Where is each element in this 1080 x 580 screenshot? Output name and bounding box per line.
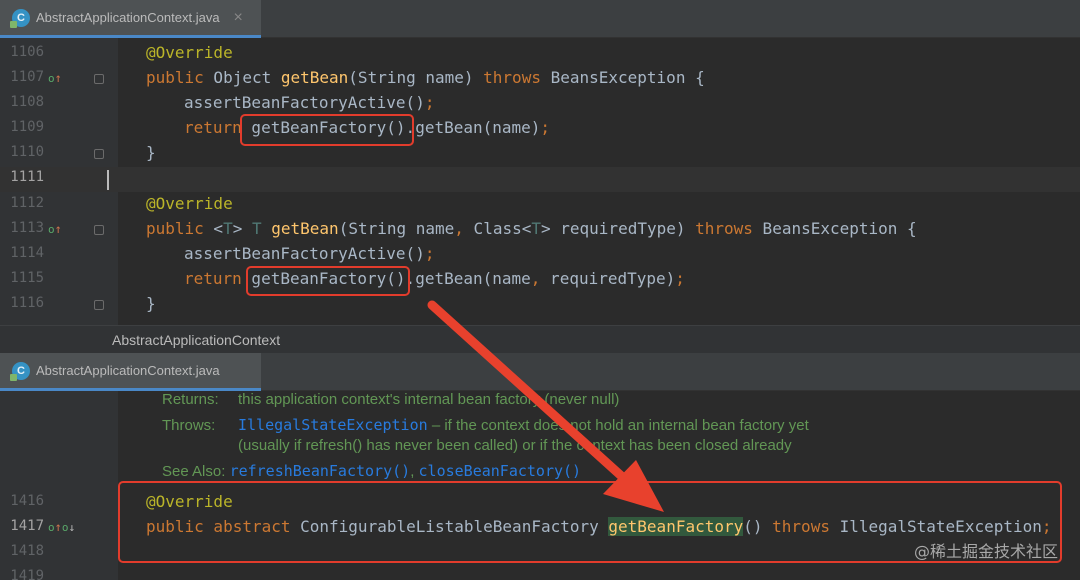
line-number: 1110 <box>10 144 44 160</box>
line-number: 1416 <box>10 493 44 509</box>
highlight-box-getbeanfactory-1 <box>240 114 414 146</box>
override-gutter-icon[interactable]: o↑ <box>48 222 62 236</box>
code-text: assertBeanFactoryActive(); <box>184 93 435 112</box>
javadoc-see-also: See Also: refreshBeanFactory(), closeBea… <box>162 462 581 480</box>
code-line: 1110 } <box>0 142 1080 167</box>
editor-tab-bar-top: C AbstractApplicationContext.java × <box>0 0 1080 38</box>
c-class-icon: C <box>10 361 30 381</box>
doc-link-close-bean-factory[interactable]: closeBeanFactory() <box>419 462 582 480</box>
code-text: assertBeanFactoryActive(); <box>184 244 435 263</box>
code-line: 1116 } <box>0 293 1080 318</box>
code-annotation: @Override <box>146 43 233 62</box>
line-number: 1107 <box>10 69 44 85</box>
doc-label: Returns: <box>162 391 219 408</box>
line-number: 1112 <box>10 195 44 211</box>
code-line: 1107 o↑ public Object getBean(String nam… <box>0 67 1080 92</box>
fold-icon[interactable] <box>94 225 104 235</box>
code-line: 1419 <box>0 566 1080 580</box>
code-annotation: @Override <box>146 194 233 213</box>
close-icon[interactable]: × <box>234 9 243 27</box>
doc-label: See Also: <box>162 463 226 480</box>
line-number: 1109 <box>10 119 44 135</box>
code-line: 1108 assertBeanFactoryActive(); <box>0 92 1080 117</box>
code-line: 1106 @Override <box>0 42 1080 67</box>
javadoc-throws-continued: (usually if refresh() has never been cal… <box>238 437 792 454</box>
c-class-icon: C <box>10 8 30 28</box>
line-number: 1111 <box>10 169 44 185</box>
override-gutter-icon[interactable]: o↑o↓ <box>48 520 75 534</box>
code-editor-top[interactable]: 1106 @Override 1107 o↑ public Object get… <box>0 38 1080 325</box>
editor-tab-bar-bottom: C AbstractApplicationContext.java <box>0 353 1080 391</box>
doc-link-illegal-state-exception[interactable]: IllegalStateException <box>238 416 428 434</box>
javadoc-throws: Throws: IllegalStateException – if the co… <box>162 416 809 434</box>
code-line: 1109 return getBeanFactory().getBean(nam… <box>0 117 1080 142</box>
line-number: 1419 <box>10 568 44 580</box>
code-line: 1112 @Override <box>0 193 1080 218</box>
code-text: } <box>146 143 156 162</box>
line-number: 1106 <box>10 44 44 60</box>
tab-title: AbstractApplicationContext.java <box>36 10 220 25</box>
doc-text: this application context's internal bean… <box>238 391 620 408</box>
watermark: @稀土掘金技术社区 <box>913 542 1058 561</box>
tab-title: AbstractApplicationContext.java <box>36 363 220 378</box>
file-tab-abstract-application-context[interactable]: C AbstractApplicationContext.java × <box>0 0 261 38</box>
text-caret <box>107 170 109 190</box>
line-number: 1108 <box>10 94 44 110</box>
fold-icon[interactable] <box>94 300 104 310</box>
line-number: 1115 <box>10 270 44 286</box>
breadcrumb[interactable]: AbstractApplicationContext <box>0 325 1080 353</box>
doc-separator: , <box>410 463 419 480</box>
highlight-box-getbeanfactory-2 <box>246 266 410 296</box>
fold-icon[interactable] <box>94 149 104 159</box>
line-number: 1417 <box>10 518 44 534</box>
doc-text: – if the context does not hold an intern… <box>427 417 809 434</box>
line-number: 1113 <box>10 220 44 236</box>
doc-text: (usually if refresh() has never been cal… <box>238 437 792 454</box>
code-line: 1115 return getBeanFactory().getBean(nam… <box>0 268 1080 293</box>
javadoc-returns: Returns: this application context's inter… <box>162 391 619 408</box>
doc-link-refresh-bean-factory[interactable]: refreshBeanFactory() <box>230 462 411 480</box>
override-gutter-icon[interactable]: o↑ <box>48 71 62 85</box>
doc-label: Throws: <box>162 417 216 434</box>
fold-icon[interactable] <box>94 74 104 84</box>
line-number: 1114 <box>10 245 44 261</box>
code-text: public Object getBean(String name) throw… <box>146 68 705 87</box>
code-line-current: 1111 <box>0 167 1080 192</box>
code-line: 1114 assertBeanFactoryActive(); <box>0 243 1080 268</box>
code-line: 1113 o↑ public <T> T getBean(String name… <box>0 218 1080 243</box>
file-tab-abstract-application-context[interactable]: C AbstractApplicationContext.java <box>0 353 261 391</box>
line-number: 1116 <box>10 295 44 311</box>
code-text: } <box>146 294 156 313</box>
code-text: public <T> T getBean(String name, Class<… <box>146 219 917 238</box>
line-number: 1418 <box>10 543 44 559</box>
